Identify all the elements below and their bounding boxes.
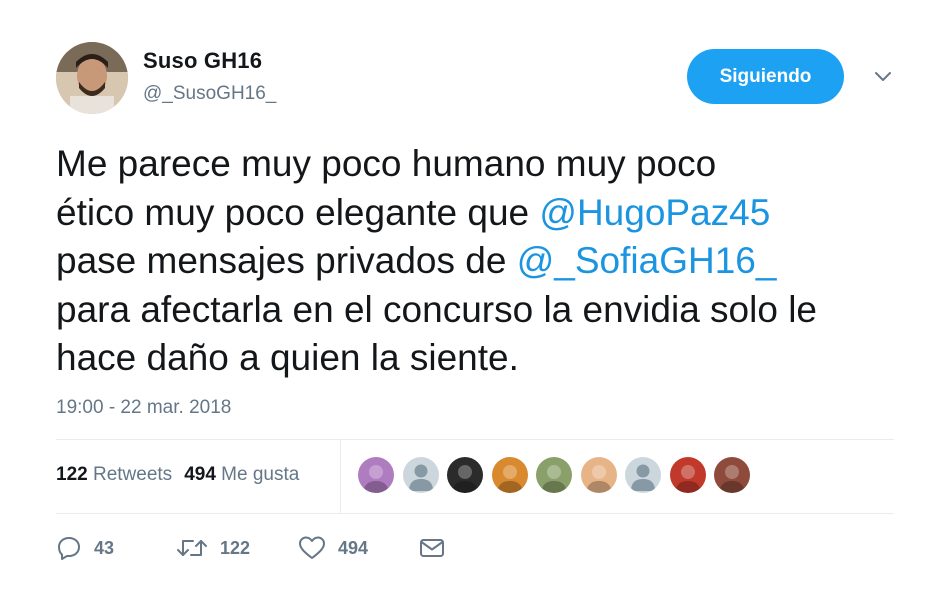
envelope-icon	[420, 539, 444, 557]
direct-message-button[interactable]	[418, 533, 446, 563]
divider	[56, 439, 894, 440]
tweet-timestamp[interactable]: 19:00 - 22 mar. 2018	[56, 397, 231, 419]
tweet-text-line: pase mensajes privados de @_SofiaGH16_	[56, 237, 916, 286]
tweet-text-line: ético muy poco elegante que @HugoPaz45	[56, 189, 916, 238]
profile-photo	[447, 457, 483, 493]
tweet-stats: 122 Retweets 494 Me gusta	[56, 464, 299, 486]
author-avatar[interactable]	[56, 42, 128, 114]
retweets-stat-count: 122	[56, 464, 88, 485]
divider	[56, 513, 894, 514]
retweets-stat-label: Retweets	[92, 464, 173, 485]
tweet-text-segment: ético muy poco elegante que	[56, 191, 540, 233]
tweet-text-line: Me parece muy poco humano muy poco	[56, 143, 717, 184]
mention-link-hugopaz45[interactable]: @HugoPaz45	[539, 192, 770, 233]
profile-photo	[536, 457, 572, 493]
following-button[interactable]: Siguiendo	[687, 49, 844, 104]
divider	[340, 440, 341, 513]
liker-avatar-8[interactable]	[670, 457, 706, 493]
retweets-stat[interactable]: 122 Retweets	[56, 464, 172, 485]
default-avatar-icon	[403, 457, 439, 493]
likes-stat[interactable]: 494 Me gusta	[184, 464, 299, 485]
tweet-text-segment: pase mensajes privados de	[56, 240, 517, 281]
liker-avatar-4[interactable]	[492, 457, 528, 493]
liker-avatar-3[interactable]	[447, 457, 483, 493]
default-avatar-icon	[625, 457, 661, 493]
heart-icon	[299, 536, 325, 559]
likes-stat-label: Me gusta	[221, 464, 300, 485]
profile-photo	[714, 457, 750, 493]
liker-avatar-7-default[interactable]	[625, 457, 661, 493]
reply-button[interactable]: 43	[56, 533, 114, 563]
tweet-card: Suso GH16 @_SusoGH16_ Siguiendo Me parec…	[0, 0, 948, 600]
mention-link-sofiagh16[interactable]: @_SofiaGH16_	[517, 240, 777, 281]
profile-photo	[670, 457, 706, 493]
liker-avatar-1[interactable]	[358, 457, 394, 493]
retweet-count: 122	[220, 537, 251, 558]
liker-avatar-2-default[interactable]	[403, 457, 439, 493]
chevron-down-icon[interactable]	[870, 64, 896, 90]
tweet-text-line: hace daño a quien la siente.	[56, 337, 519, 378]
reply-icon	[58, 537, 80, 560]
like-button[interactable]: 494	[298, 533, 368, 563]
profile-photo	[492, 457, 528, 493]
author-handle[interactable]: @_SusoGH16_	[143, 83, 276, 105]
liker-avatar-5[interactable]	[536, 457, 572, 493]
liker-avatar-9[interactable]	[714, 457, 750, 493]
author-display-name[interactable]: Suso GH16	[143, 48, 262, 74]
likes-stat-count: 494	[184, 464, 216, 485]
profile-photo	[581, 457, 617, 493]
retweet-icon	[177, 540, 207, 556]
retweet-button[interactable]: 122	[176, 533, 250, 563]
reply-count: 43	[94, 537, 115, 558]
profile-photo	[358, 457, 394, 493]
tweet-text: Me parece muy poco humano muy poco ético…	[56, 140, 916, 383]
tweet-text-line: para afectarla en el concurso la envidia…	[56, 288, 818, 330]
liker-avatar-6[interactable]	[581, 457, 617, 493]
like-count: 494	[338, 537, 369, 558]
